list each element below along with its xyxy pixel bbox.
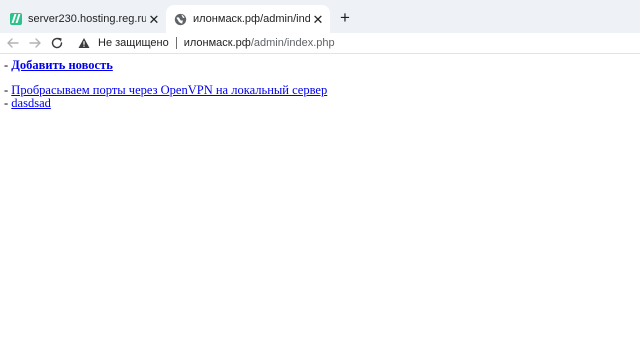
bullet: - [4,96,9,110]
arrow-left-icon [7,38,19,48]
reload-button[interactable] [48,34,66,52]
url-host: илонмаск.рф [183,37,251,49]
tab-strip: server230.hosting.reg.ru:1500 ✕ илонмаск… [0,0,640,33]
tab-title: server230.hosting.reg.ru:1500 [28,13,146,25]
add-news-line: - Добавить новость [4,59,636,72]
browser-toolbar: Не защищено илонмаск.рф/admin/index.php [0,33,640,54]
add-news-link[interactable]: Добавить новость [11,58,113,72]
news-link[interactable]: Пробрасываем порты через OpenVPN на лока… [11,83,327,97]
forward-button[interactable] [26,34,44,52]
bullet: - [4,83,9,97]
back-button[interactable] [4,34,22,52]
new-tab-button[interactable]: + [336,8,354,26]
arrow-right-icon [29,38,41,48]
reload-icon [51,37,63,49]
news-item: - dasdsad [4,97,636,110]
tab-title: илонмаск.рф/admin/index.php [193,13,310,25]
not-secure-label[interactable]: Не защищено [98,37,169,49]
address-bar[interactable]: Не защищено илонмаск.рф/admin/index.php [74,33,634,53]
news-link[interactable]: dasdsad [11,96,51,110]
tab-admin[interactable]: илонмаск.рф/admin/index.php ✕ [166,5,330,33]
globe-icon [174,13,187,25]
tab-close-icon[interactable]: ✕ [146,11,162,27]
page-content: - Добавить новость - Пробрасываем порты … [4,59,636,110]
url-path: /admin/index.php [250,37,335,49]
hosting-favicon-icon [10,13,22,25]
bullet: - [4,58,9,72]
address-divider [175,37,177,49]
tab-hosting[interactable]: server230.hosting.reg.ru:1500 ✕ [0,5,166,33]
warning-icon[interactable] [78,37,90,49]
news-item: - Пробрасываем порты через OpenVPN на ло… [4,84,636,97]
tab-close-icon[interactable]: ✕ [310,11,326,27]
